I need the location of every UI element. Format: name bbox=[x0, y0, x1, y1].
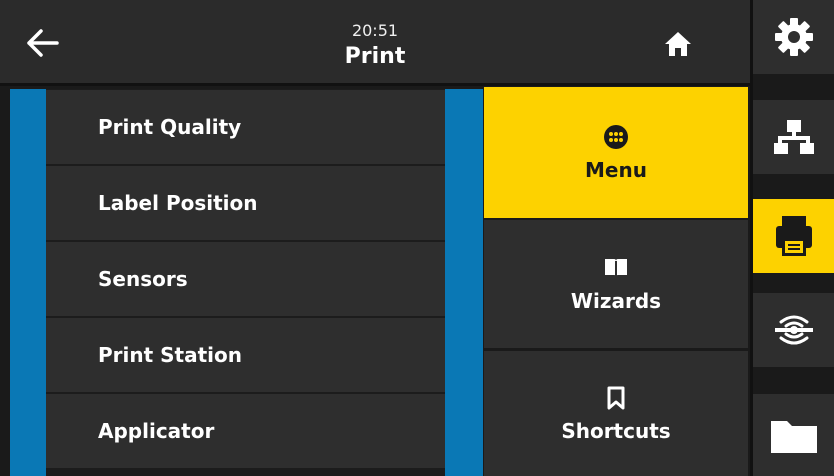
gear-icon bbox=[774, 18, 813, 56]
list-item-applicator[interactable]: Applicator bbox=[46, 394, 445, 468]
network-icon bbox=[773, 120, 814, 154]
list-item-label: Applicator bbox=[98, 419, 215, 443]
list-item-label-position[interactable]: Label Position bbox=[46, 166, 445, 240]
nav-shortcuts-label: Shortcuts bbox=[561, 418, 671, 443]
top-bar: 20:51 Print bbox=[0, 0, 750, 86]
nav-wizards-label: Wizards bbox=[570, 289, 662, 313]
list-item-label: Label Position bbox=[98, 191, 258, 215]
sidebar-item-settings[interactable] bbox=[753, 0, 834, 74]
printer-icon bbox=[775, 216, 812, 256]
sidebar-item-print[interactable] bbox=[753, 199, 834, 273]
grid-dots-icon bbox=[604, 124, 628, 149]
nav-menu-button[interactable]: Menu bbox=[484, 87, 748, 218]
nav-shortcuts-button[interactable]: Shortcuts bbox=[484, 351, 748, 476]
frame-edge bbox=[0, 89, 10, 476]
list-item-label: Print Quality bbox=[98, 115, 242, 139]
sidebar-item-network[interactable] bbox=[753, 100, 834, 174]
bookmark-icon bbox=[607, 386, 625, 409]
book-icon bbox=[605, 259, 627, 277]
clock: 20:51 bbox=[351, 21, 399, 40]
page-title: Print bbox=[344, 44, 406, 69]
list-item-print-station[interactable]: Print Station bbox=[46, 318, 445, 392]
rfid-icon bbox=[774, 315, 813, 345]
sidebar-item-rfid[interactable] bbox=[753, 293, 834, 367]
nav-menu-label: Menu bbox=[585, 157, 647, 182]
sidebar-item-storage[interactable] bbox=[753, 394, 834, 476]
home-icon bbox=[665, 32, 691, 56]
list-item-label: Sensors bbox=[98, 267, 188, 291]
menu-list: Print Quality Label Position Sensors Pri… bbox=[46, 89, 445, 476]
list-item-sensors[interactable]: Sensors bbox=[46, 242, 445, 316]
folder-icon bbox=[770, 421, 817, 453]
nav-wizards-button[interactable]: Wizards bbox=[484, 220, 748, 348]
list-item-label: Print Station bbox=[98, 343, 242, 367]
home-button[interactable] bbox=[648, 14, 708, 74]
list-item-print-quality[interactable]: Print Quality bbox=[46, 90, 445, 164]
